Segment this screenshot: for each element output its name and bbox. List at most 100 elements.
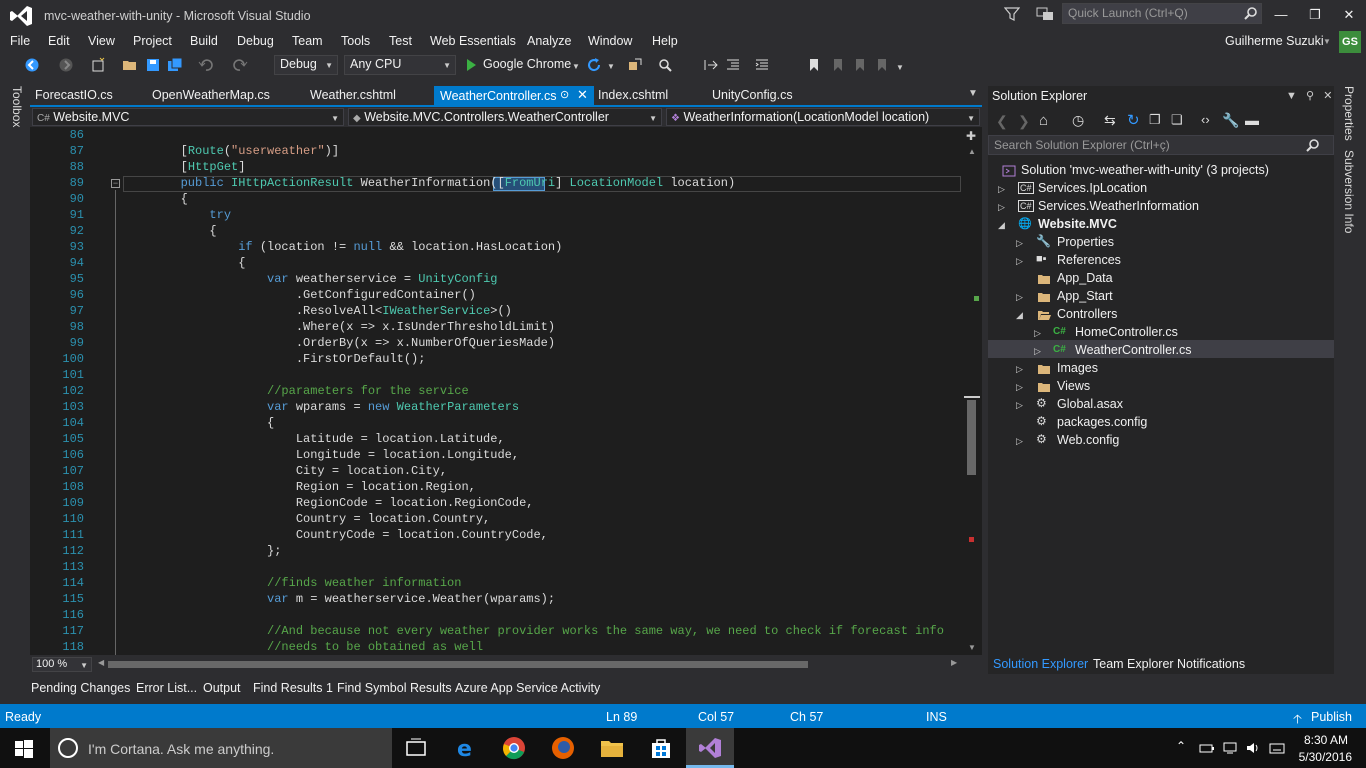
code-line[interactable]: { (123, 256, 245, 270)
tab-error-list[interactable]: Error List... (136, 681, 197, 695)
tab-find-symbol-results[interactable]: Find Symbol Results (337, 681, 452, 695)
code-line[interactable]: //needs to be obtained as well (123, 640, 483, 654)
keyboard-icon[interactable] (1269, 741, 1285, 755)
quick-launch-input[interactable]: Quick Launch (Ctrl+Q) (1062, 3, 1262, 24)
expand-arrow-icon[interactable]: ▷ (1034, 346, 1041, 357)
code-line[interactable]: RegionCode = location.RegionCode, (123, 496, 534, 510)
expand-arrow-icon[interactable]: ▷ (998, 184, 1005, 195)
code-line[interactable]: { (123, 192, 188, 206)
save-all-icon[interactable] (167, 57, 183, 73)
browser-link-icon[interactable] (627, 57, 643, 73)
firefox-icon[interactable] (549, 734, 577, 762)
expand-arrow-icon[interactable]: ▷ (1016, 364, 1023, 375)
code-line[interactable]: if (location != null && location.HasLoca… (123, 240, 562, 254)
preview-icon[interactable]: ▬ (1245, 112, 1259, 128)
properties-icon[interactable]: 🔧 (1222, 112, 1239, 129)
expand-arrow-icon[interactable]: ▷ (1016, 400, 1023, 411)
scroll-right-icon[interactable]: ▶ (951, 658, 957, 667)
code-line[interactable]: .Where(x => x.IsUnderThresholdLimit) (123, 320, 555, 334)
subversion-info-tab[interactable]: Subversion Info (1342, 150, 1356, 233)
code-line[interactable]: //And because not every weather provider… (123, 624, 944, 638)
minimize-button[interactable]: — (1268, 4, 1294, 26)
feedback-icon[interactable] (1036, 6, 1054, 22)
code-line[interactable]: .FirstOrDefault(); (123, 352, 426, 366)
code-line[interactable]: var m = weatherservice.Weather(wparams); (123, 592, 555, 606)
expand-arrow-icon[interactable]: ▷ (1016, 382, 1023, 393)
visual-studio-icon[interactable] (696, 734, 724, 762)
new-project-icon[interactable] (90, 57, 106, 73)
menu-tools[interactable]: Tools (341, 34, 370, 48)
menu-project[interactable]: Project (133, 34, 172, 48)
code-line[interactable]: Longitude = location.Longitude, (123, 448, 519, 462)
save-icon[interactable] (145, 57, 161, 73)
history-icon[interactable]: ◷ (1072, 112, 1084, 129)
class-dropdown[interactable]: ◆ Website.MVC.Controllers.WeatherControl… (348, 108, 662, 126)
code-line[interactable]: try (123, 208, 231, 222)
zoom-select[interactable]: 100 % ▼ (32, 657, 92, 672)
refresh-icon[interactable] (586, 57, 602, 73)
member-dropdown[interactable]: ❖ WeatherInformation(LocationModel locat… (666, 108, 980, 126)
project-dropdown[interactable]: C# Website.MVC ▼ (32, 108, 344, 126)
search-icon[interactable] (1244, 6, 1258, 20)
expand-arrow-icon[interactable]: ▷ (998, 202, 1005, 213)
tab-team-explorer[interactable]: Team Explorer (1093, 657, 1174, 671)
active-tab-label[interactable]: WeatherController.cs (440, 89, 557, 103)
menu-file[interactable]: File (10, 34, 30, 48)
code-line[interactable]: .OrderBy(x => x.NumberOfQueriesMade) (123, 336, 555, 350)
bookmark-icon[interactable] (806, 57, 822, 73)
vertical-scrollbar[interactable] (964, 127, 982, 655)
show-all-files-icon[interactable]: ❏ (1171, 112, 1183, 128)
tab-notifications[interactable]: Notifications (1177, 657, 1245, 671)
scroll-left-icon[interactable]: ◀ (98, 658, 104, 667)
tab-unityconfig[interactable]: UnityConfig.cs (712, 88, 793, 102)
collapse-all-icon[interactable]: ❐ (1149, 112, 1161, 128)
code-line[interactable]: }; (123, 544, 281, 558)
collapse-arrow-icon[interactable]: ◢ (1016, 310, 1023, 321)
toolbar-overflow-icon[interactable]: ▼ (896, 63, 904, 72)
code-line[interactable]: Latitude = location.Latitude, (123, 432, 505, 446)
file-explorer-icon[interactable] (598, 734, 626, 762)
collapse-icon[interactable]: − (111, 179, 120, 188)
code-line[interactable]: public IHttpActionResult WeatherInformat… (123, 176, 736, 190)
next-bookmark-icon[interactable] (852, 57, 868, 73)
search-icon[interactable] (1306, 138, 1320, 152)
sync-icon[interactable]: ⇆ (1104, 112, 1116, 129)
menu-edit[interactable]: Edit (48, 34, 70, 48)
format-icon[interactable] (725, 57, 741, 73)
solution-explorer-search-input[interactable]: Search Solution Explorer (Ctrl+ç) (988, 135, 1334, 155)
code-line[interactable]: //finds weather information (123, 576, 461, 590)
code-line[interactable]: Region = location.Region, (123, 480, 476, 494)
tab-index-cshtml[interactable]: Index.cshtml (598, 88, 668, 102)
menu-team[interactable]: Team (292, 34, 323, 48)
code-line[interactable]: { (123, 224, 216, 238)
user-name[interactable]: Guilherme Suzuki (1225, 34, 1324, 48)
tab-azure-app-service-activity[interactable]: Azure App Service Activity (455, 681, 600, 695)
view-code-icon[interactable]: ‹› (1201, 112, 1210, 127)
close-button[interactable]: ✕ (1336, 4, 1362, 26)
horizontal-scroll-thumb[interactable] (108, 661, 808, 668)
code-line[interactable]: [Route("userweather")] (123, 144, 339, 158)
split-window-icon[interactable]: ✚ (966, 129, 976, 143)
expand-arrow-icon[interactable]: ▷ (1016, 238, 1023, 249)
expand-arrow-icon[interactable]: ▷ (1016, 256, 1023, 267)
menu-web-essentials[interactable]: Web Essentials (430, 34, 516, 48)
pin-icon[interactable]: ⊙ (560, 88, 569, 101)
menu-analyze[interactable]: Analyze (527, 34, 571, 48)
windows-start-icon[interactable] (14, 739, 34, 759)
tab-solution-explorer[interactable]: Solution Explorer (993, 657, 1088, 671)
back-icon[interactable] (24, 57, 40, 73)
refresh-icon[interactable]: ↻ (1127, 111, 1140, 129)
menu-test[interactable]: Test (389, 34, 412, 48)
toolbox-tab[interactable]: Toolbox (6, 86, 24, 146)
open-file-icon[interactable] (122, 57, 138, 73)
volume-icon[interactable] (1245, 741, 1261, 755)
configuration-select[interactable]: Debug ▼ (274, 55, 338, 75)
scroll-up-icon[interactable]: ▲ (968, 147, 976, 156)
network-icon[interactable] (1222, 741, 1238, 755)
play-icon[interactable] (463, 57, 479, 73)
tab-find-results[interactable]: Find Results 1 (253, 681, 333, 695)
tab-openweathermap[interactable]: OpenWeatherMap.cs (152, 88, 270, 102)
clock-time[interactable]: 8:30 AM (1300, 733, 1348, 747)
code-line[interactable]: .ResolveAll<IWeatherService>() (123, 304, 512, 318)
chevron-down-icon[interactable]: ▼ (572, 62, 580, 71)
